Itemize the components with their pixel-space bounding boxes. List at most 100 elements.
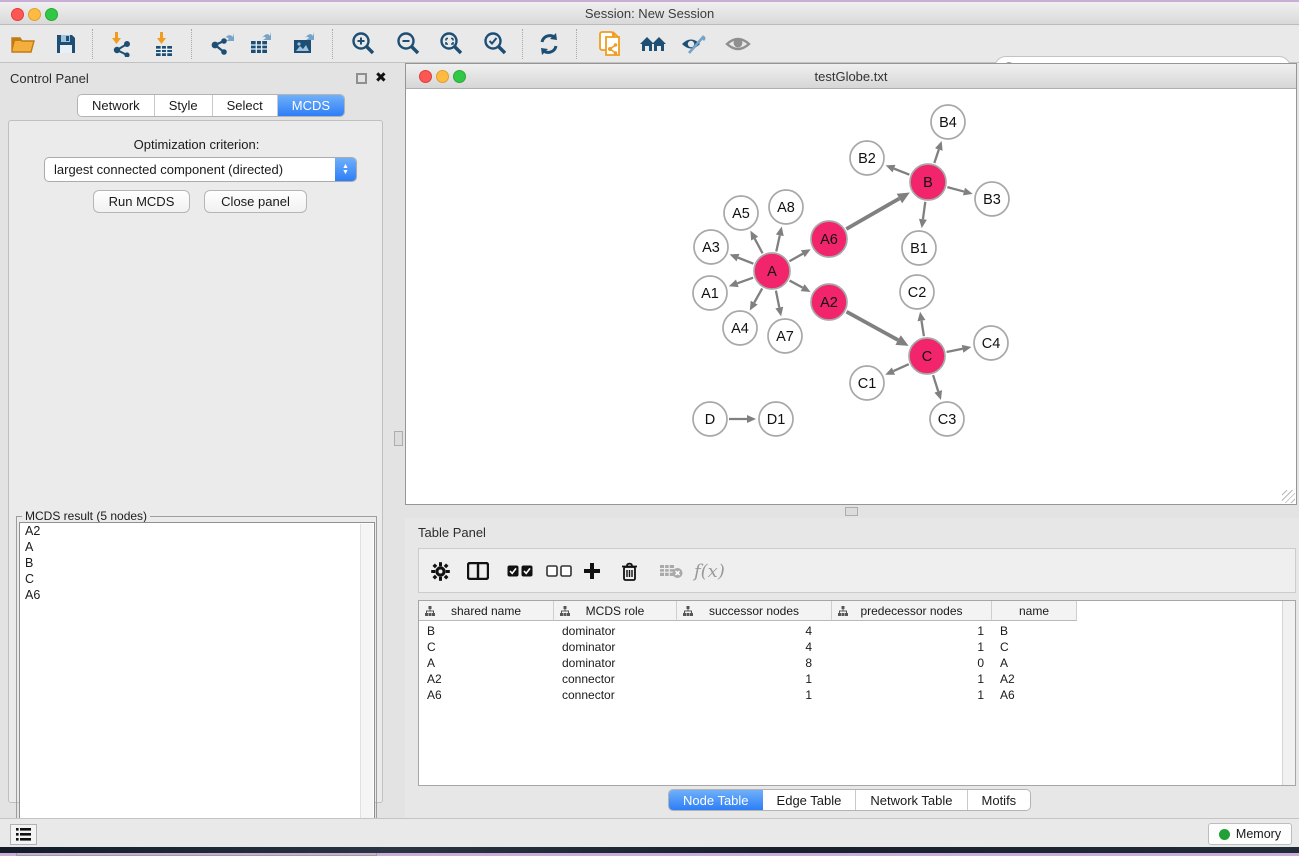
tab-mcds[interactable]: MCDS: [278, 95, 344, 116]
graph-edge-A-A7[interactable]: [776, 291, 779, 308]
mcds-result-item[interactable]: C: [20, 571, 374, 587]
mcds-list-scrollbar[interactable]: [360, 524, 373, 853]
table-cell[interactable]: A: [419, 655, 554, 671]
export-network-button[interactable]: [208, 30, 238, 58]
memory-button[interactable]: Memory: [1208, 823, 1292, 845]
run-mcds-button[interactable]: Run MCDS: [93, 190, 190, 213]
tab-network[interactable]: Network: [78, 95, 155, 116]
zoom-selected-button[interactable]: [480, 30, 510, 58]
show-panels-button[interactable]: [10, 824, 37, 845]
table-cell[interactable]: C: [419, 639, 554, 655]
graph-edge-B-B2[interactable]: [894, 169, 909, 175]
show-all-columns-button[interactable]: [507, 557, 533, 585]
graph-edge-A-A2[interactable]: [790, 281, 803, 288]
graph-edge-B-B4[interactable]: [934, 150, 939, 164]
column-header-shared-name[interactable]: shared name: [419, 601, 554, 621]
graph-edge-B-B1[interactable]: [923, 202, 925, 219]
minimize-window-light[interactable]: [28, 8, 41, 21]
float-panel-icon[interactable]: [356, 73, 367, 84]
graph-edge-C-C2[interactable]: [921, 321, 923, 337]
mcds-result-list[interactable]: A2ABCA6: [19, 522, 375, 853]
graph-edge-A-A1[interactable]: [737, 278, 753, 284]
graph-edge-A-A6[interactable]: [789, 254, 802, 262]
node-attribute-table[interactable]: shared nameMCDS rolesuccessor nodesprede…: [418, 600, 1296, 786]
graph-edge-A-A4[interactable]: [754, 288, 762, 302]
graph-edge-C-C1[interactable]: [893, 364, 908, 371]
open-session-button[interactable]: [8, 30, 38, 58]
column-header-name[interactable]: name: [992, 601, 1077, 621]
table-cell[interactable]: A6: [419, 687, 554, 703]
table-cell[interactable]: 1: [832, 687, 992, 703]
first-neighbors-button[interactable]: [638, 30, 668, 58]
network-window-titlebar[interactable]: testGlobe.txt: [406, 64, 1296, 89]
table-scrollbar[interactable]: [1282, 601, 1295, 785]
graph-edge-B-B3[interactable]: [947, 187, 964, 191]
mcds-result-item[interactable]: A6: [20, 587, 374, 603]
mcds-result-item[interactable]: A2: [20, 523, 374, 539]
delete-table-button[interactable]: [659, 557, 683, 585]
close-window-light[interactable]: [11, 8, 24, 21]
table-cell[interactable]: 1: [832, 671, 992, 687]
table-cell[interactable]: A6: [992, 687, 1077, 703]
close-panel-icon[interactable]: ✖: [375, 72, 387, 83]
zoom-in-button[interactable]: [348, 30, 378, 58]
zoom-window-light[interactable]: [45, 8, 58, 21]
import-table-button[interactable]: [148, 30, 178, 58]
tab-node-table[interactable]: Node Table: [669, 790, 763, 810]
window-resize-grip[interactable]: [1282, 490, 1295, 503]
hide-all-columns-button[interactable]: [546, 557, 572, 585]
export-image-button[interactable]: [289, 30, 319, 58]
table-cell[interactable]: 8: [677, 655, 832, 671]
show-details-button[interactable]: [723, 30, 753, 58]
table-cell[interactable]: dominator: [554, 623, 677, 639]
zoom-fit-button[interactable]: [436, 30, 466, 58]
table-cell[interactable]: dominator: [554, 655, 677, 671]
tab-network-table[interactable]: Network Table: [856, 790, 967, 810]
create-column-button[interactable]: [583, 557, 601, 585]
table-cell[interactable]: 1: [677, 687, 832, 703]
graph-edge-C-C3[interactable]: [933, 375, 938, 391]
tab-select[interactable]: Select: [213, 95, 278, 116]
horizontal-split-grip[interactable]: [845, 507, 858, 516]
table-cell[interactable]: 1: [832, 623, 992, 639]
network-canvas[interactable]: B4B2BB3A5A8A6A3B1AA1C2A2A4A7C4CC1C3DD1: [406, 90, 1296, 504]
table-cell[interactable]: A: [992, 655, 1077, 671]
minimize-network-window-light[interactable]: [436, 70, 449, 83]
split-columns-button[interactable]: [467, 557, 489, 585]
network-graph[interactable]: B4B2BB3A5A8A6A3B1AA1C2A2A4A7C4CC1C3DD1: [406, 90, 1296, 504]
delete-columns-button[interactable]: [621, 557, 638, 585]
tab-edge-table[interactable]: Edge Table: [763, 790, 857, 810]
refresh-button[interactable]: [534, 30, 564, 58]
table-cell[interactable]: A2: [419, 671, 554, 687]
graph-edge-A2-C[interactable]: [847, 312, 899, 340]
clone-network-button[interactable]: [595, 30, 625, 58]
zoom-network-window-light[interactable]: [453, 70, 466, 83]
graph-edge-A-A3[interactable]: [738, 258, 753, 264]
graph-edge-A-A8[interactable]: [776, 235, 780, 251]
table-cell[interactable]: 4: [677, 623, 832, 639]
tab-motifs[interactable]: Motifs: [968, 790, 1031, 810]
column-header-successor-nodes[interactable]: successor nodes: [677, 601, 832, 621]
table-settings-button[interactable]: [431, 557, 450, 585]
table-cell[interactable]: 4: [677, 639, 832, 655]
table-cell[interactable]: connector: [554, 687, 677, 703]
export-table-button[interactable]: [247, 30, 277, 58]
table-cell[interactable]: B: [419, 623, 554, 639]
mcds-result-item[interactable]: A: [20, 539, 374, 555]
table-cell[interactable]: dominator: [554, 639, 677, 655]
mcds-result-item[interactable]: B: [20, 555, 374, 571]
graph-edge-A-A5[interactable]: [755, 239, 763, 254]
table-cell[interactable]: A2: [992, 671, 1077, 687]
graph-edge-C-C4[interactable]: [947, 349, 963, 352]
zoom-out-button[interactable]: [393, 30, 423, 58]
tab-style[interactable]: Style: [155, 95, 213, 116]
function-builder-button[interactable]: f(x): [694, 557, 725, 585]
table-cell[interactable]: 1: [832, 639, 992, 655]
save-session-button[interactable]: [51, 30, 81, 58]
table-cell[interactable]: 1: [677, 671, 832, 687]
optimization-criterion-dropdown[interactable]: largest connected component (directed) ▲…: [44, 157, 357, 182]
vertical-split-grip[interactable]: [394, 431, 403, 446]
hide-details-button[interactable]: [678, 30, 708, 58]
table-cell[interactable]: B: [992, 623, 1077, 639]
close-network-window-light[interactable]: [419, 70, 432, 83]
